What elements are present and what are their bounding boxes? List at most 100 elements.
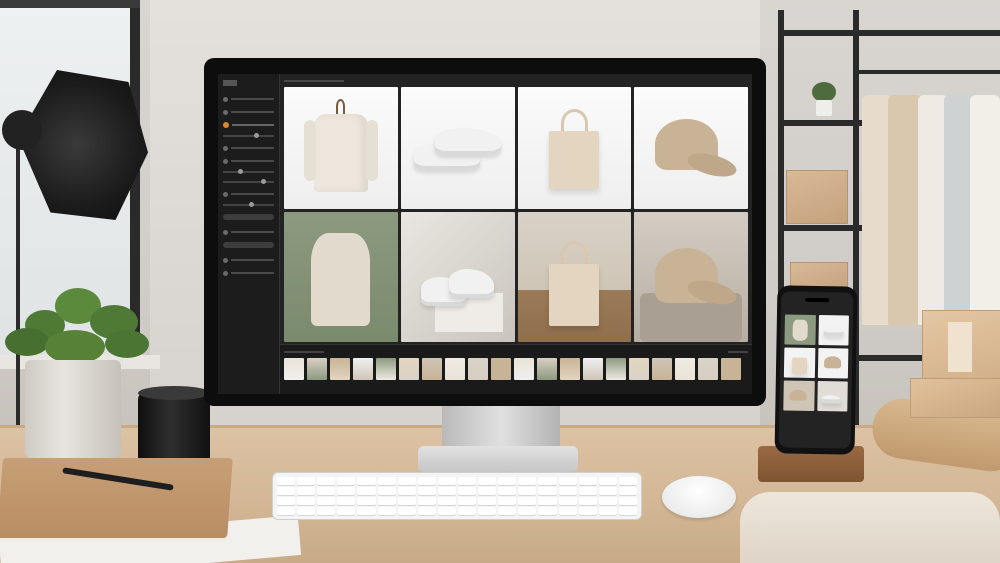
filmstrip-thumbnail[interactable] bbox=[284, 358, 304, 380]
keyboard-key[interactable] bbox=[518, 507, 537, 515]
keyboard-key[interactable] bbox=[457, 487, 477, 495]
grid-tile-cap[interactable] bbox=[634, 87, 748, 209]
keyboard-key[interactable] bbox=[437, 477, 456, 485]
keyboard-key[interactable] bbox=[558, 487, 577, 495]
filmstrip-thumbnail[interactable] bbox=[422, 358, 442, 380]
filmstrip-thumbnail[interactable] bbox=[307, 358, 327, 380]
keyboard-key[interactable] bbox=[618, 477, 637, 485]
keyboard-key[interactable] bbox=[377, 507, 396, 515]
keyboard-key[interactable] bbox=[578, 507, 597, 515]
grid-tile-tote-lifestyle[interactable] bbox=[517, 212, 632, 342]
sidebar-item[interactable] bbox=[223, 109, 274, 115]
keyboard-key[interactable] bbox=[337, 507, 356, 515]
grid-tile-tote[interactable] bbox=[517, 87, 632, 209]
slider-knob[interactable] bbox=[248, 202, 254, 207]
filmstrip-thumbnail[interactable] bbox=[468, 358, 488, 380]
grid-tile-hoodie[interactable] bbox=[284, 212, 398, 342]
keyboard-key[interactable] bbox=[478, 507, 497, 515]
adjust-slider[interactable] bbox=[223, 169, 274, 174]
keyboard-key[interactable] bbox=[478, 477, 497, 485]
sidebar-item[interactable] bbox=[223, 96, 274, 102]
keyboard-key[interactable] bbox=[598, 477, 617, 485]
sidebar-item[interactable] bbox=[223, 191, 274, 197]
keyboard-key[interactable] bbox=[377, 497, 396, 505]
keyboard-key[interactable] bbox=[297, 487, 316, 495]
keyboard-key[interactable] bbox=[337, 477, 356, 485]
slider-knob[interactable] bbox=[261, 179, 267, 184]
keyboard-key[interactable] bbox=[498, 487, 517, 495]
filmstrip-thumbnail[interactable] bbox=[675, 358, 695, 380]
keyboard-key[interactable] bbox=[598, 507, 617, 515]
filmstrip-thumbnail[interactable] bbox=[698, 358, 718, 380]
keyboard-key[interactable] bbox=[277, 487, 296, 495]
filmstrip-thumbnail[interactable] bbox=[537, 358, 557, 380]
filmstrip-thumbnail[interactable] bbox=[721, 358, 741, 380]
keyboard-key[interactable] bbox=[598, 487, 617, 495]
keyboard-key[interactable] bbox=[317, 507, 336, 515]
keyboard-key[interactable] bbox=[618, 507, 637, 515]
keyboard-key[interactable] bbox=[297, 497, 316, 505]
grid-tile-cap-lifestyle[interactable] bbox=[634, 212, 748, 342]
phone-tile-tote[interactable] bbox=[783, 347, 815, 378]
filmstrip-thumbnail[interactable] bbox=[376, 358, 396, 380]
keyboard-key[interactable] bbox=[297, 477, 316, 485]
filmstrip-thumbnail[interactable] bbox=[491, 358, 511, 380]
keyboard-key[interactable] bbox=[317, 487, 336, 495]
keyboard-key[interactable] bbox=[558, 497, 577, 505]
phone-tile-cap[interactable] bbox=[817, 348, 849, 379]
filmstrip-thumbnail[interactable] bbox=[399, 358, 419, 380]
phone-tile-hoodie[interactable] bbox=[784, 314, 816, 345]
filmstrip-thumbnail[interactable] bbox=[353, 358, 373, 380]
sidebar-item[interactable] bbox=[223, 229, 274, 235]
keyboard-key[interactable] bbox=[277, 507, 296, 515]
keyboard-key[interactable] bbox=[417, 507, 436, 515]
keyboard-key[interactable] bbox=[357, 477, 376, 485]
filmstrip-thumbnail[interactable] bbox=[583, 358, 603, 380]
sidebar-item[interactable] bbox=[223, 158, 274, 164]
keyboard-key[interactable] bbox=[598, 497, 617, 505]
keyboard[interactable] bbox=[272, 472, 642, 520]
keyboard-key[interactable] bbox=[337, 487, 356, 495]
phone-tile-cap-lifestyle[interactable] bbox=[783, 380, 815, 411]
keyboard-key[interactable] bbox=[618, 487, 637, 495]
keyboard-key[interactable] bbox=[377, 487, 396, 495]
keyboard-key[interactable] bbox=[357, 497, 376, 505]
grid-tile-sneakers[interactable] bbox=[400, 87, 515, 209]
keyboard-key[interactable] bbox=[357, 487, 376, 495]
keyboard-key[interactable] bbox=[437, 507, 456, 515]
keyboard-key[interactable] bbox=[538, 487, 557, 495]
adjust-slider[interactable] bbox=[223, 202, 274, 207]
keyboard-key[interactable] bbox=[337, 497, 356, 505]
keyboard-key[interactable] bbox=[397, 487, 416, 495]
keyboard-key[interactable] bbox=[417, 497, 436, 505]
keyboard-key[interactable] bbox=[618, 497, 637, 505]
keyboard-key[interactable] bbox=[377, 477, 396, 485]
keyboard-key[interactable] bbox=[437, 497, 456, 505]
keyboard-key[interactable] bbox=[277, 497, 296, 505]
keyboard-key[interactable] bbox=[397, 477, 416, 485]
mouse[interactable] bbox=[662, 476, 736, 518]
sidebar-item[interactable] bbox=[223, 257, 274, 263]
sidebar-item[interactable] bbox=[223, 145, 274, 151]
sidebar-item-active[interactable] bbox=[223, 122, 274, 128]
sidebar-button[interactable] bbox=[223, 214, 274, 220]
keyboard-key[interactable] bbox=[498, 497, 517, 505]
keyboard-key[interactable] bbox=[538, 497, 557, 505]
filmstrip-thumbnail[interactable] bbox=[629, 358, 649, 380]
keyboard-key[interactable] bbox=[397, 507, 416, 515]
phone-tile-sneakers[interactable] bbox=[817, 315, 849, 346]
keyboard-key[interactable] bbox=[578, 477, 597, 485]
keyboard-key[interactable] bbox=[518, 487, 537, 495]
keyboard-key[interactable] bbox=[397, 497, 416, 505]
keyboard-key[interactable] bbox=[357, 507, 376, 515]
filmstrip-thumbnail[interactable] bbox=[445, 358, 465, 380]
slider-knob[interactable] bbox=[253, 133, 259, 138]
keyboard-key[interactable] bbox=[538, 477, 557, 485]
keyboard-key[interactable] bbox=[558, 507, 577, 515]
keyboard-key[interactable] bbox=[417, 477, 436, 485]
filmstrip-thumbnail[interactable] bbox=[330, 358, 350, 380]
keyboard-key[interactable] bbox=[417, 487, 436, 495]
keyboard-key[interactable] bbox=[457, 507, 477, 515]
adjust-slider[interactable] bbox=[223, 179, 274, 184]
keyboard-key[interactable] bbox=[437, 487, 456, 495]
